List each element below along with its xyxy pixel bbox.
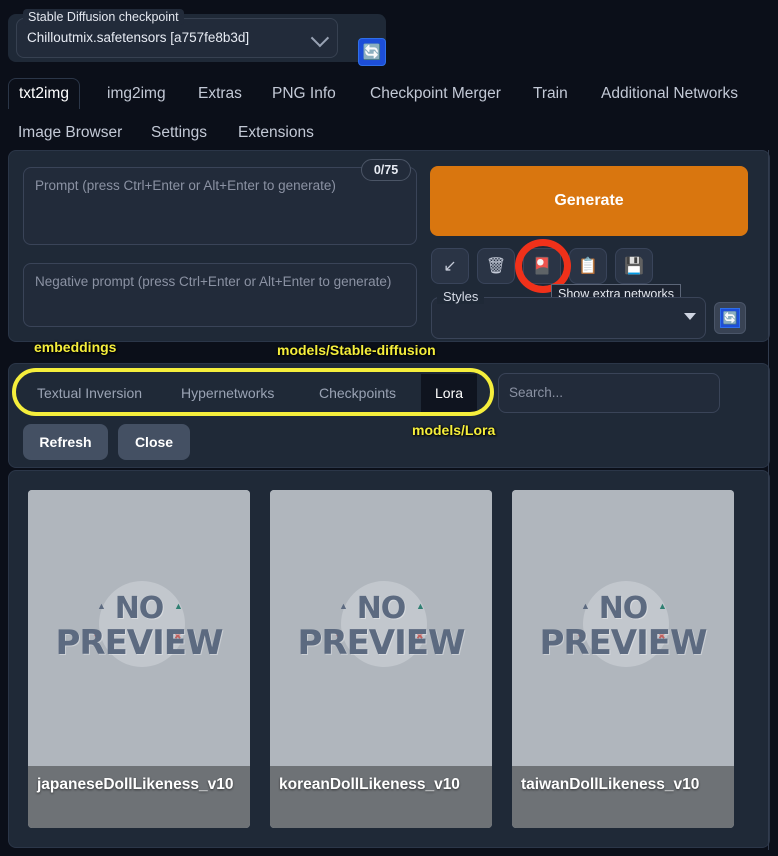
clear-prompt-button[interactable]: 🗑: [477, 248, 515, 284]
sparkle-icon: ▲: [174, 601, 183, 611]
sparkle-icon: ▲: [581, 601, 590, 611]
lora-card[interactable]: ▲ ▲ ♥ ✖ NO PREVIEW taiwanDollLikeness_v1…: [512, 490, 734, 828]
reload-icon: 🔄: [720, 308, 740, 328]
main-tab-bar: txt2img img2img Extras PNG Info Checkpoi…: [0, 70, 778, 148]
card-preview-image: ▲ ▲ ♥ ✖ NO PREVIEW: [28, 490, 250, 766]
no-preview-line2: PREVIEW: [297, 623, 465, 663]
extra-networks-refresh-button[interactable]: Refresh: [23, 424, 108, 460]
generate-button[interactable]: Generate: [430, 166, 748, 236]
styles-label: Styles: [437, 289, 485, 304]
search-placeholder: Search...: [509, 385, 564, 400]
checkpoint-label: Stable Diffusion checkpoint: [23, 9, 184, 25]
tab-train[interactable]: Train: [523, 79, 578, 109]
card-name: taiwanDollLikeness_v10: [512, 766, 734, 828]
save-style-button[interactable]: 💾: [615, 248, 653, 284]
apply-style-button[interactable]: 📋: [569, 248, 607, 284]
tab-txt2img[interactable]: txt2img: [8, 78, 80, 109]
sparkle-icon: ▲: [339, 601, 348, 611]
checkpoint-value: Chilloutmix.safetensors [a757fe8b3d]: [27, 30, 250, 45]
no-preview-line2: PREVIEW: [539, 623, 707, 663]
sparkle-icon: ▲: [416, 601, 425, 611]
annotation-embeddings: embeddings: [34, 339, 117, 355]
tab-checkpoint-merger[interactable]: Checkpoint Merger: [360, 79, 511, 109]
panel-divider: [768, 150, 769, 850]
no-preview-line1: NO: [114, 591, 165, 626]
extra-networks-close-button[interactable]: Close: [118, 424, 190, 460]
tab-settings[interactable]: Settings: [141, 118, 217, 148]
caret-down-icon: [684, 313, 696, 320]
negative-prompt-placeholder: Negative prompt (press Ctrl+Enter or Alt…: [35, 274, 392, 289]
trash-icon: 🗑: [485, 258, 507, 275]
extra-networks-cards: ▲ ▲ ♥ ✖ NO PREVIEW japaneseDollLikeness_…: [8, 470, 770, 848]
annotation-models-lora: models/Lora: [412, 422, 496, 438]
sparkle-icon: ▲: [658, 601, 667, 611]
styles-refresh-button[interactable]: 🔄: [714, 302, 746, 334]
card-preview-image: ▲ ▲ ♥ ✖ NO PREVIEW: [270, 490, 492, 766]
tab-img2img[interactable]: img2img: [97, 79, 176, 109]
chevron-down-icon: [310, 28, 330, 48]
highlight-ring-tabs-annotation: [12, 368, 494, 416]
lora-card[interactable]: ▲ ▲ ♥ ✖ NO PREVIEW koreanDollLikeness_v1…: [270, 490, 492, 828]
restore-progress-button[interactable]: ↙: [431, 248, 469, 284]
no-preview-line2: PREVIEW: [55, 623, 223, 663]
tab-png-info[interactable]: PNG Info: [262, 79, 346, 109]
floppy-save-icon: 💾: [624, 258, 644, 275]
tab-additional-networks[interactable]: Additional Networks: [591, 79, 748, 109]
tab-extensions[interactable]: Extensions: [228, 118, 324, 148]
checkpoint-dropdown[interactable]: Stable Diffusion checkpoint Chilloutmix.…: [16, 9, 338, 58]
negative-prompt-input[interactable]: Negative prompt (press Ctrl+Enter or Alt…: [23, 263, 417, 327]
tab-extras[interactable]: Extras: [188, 79, 252, 109]
tab-image-browser[interactable]: Image Browser: [8, 118, 132, 148]
no-preview-line1: NO: [598, 591, 649, 626]
checkpoint-group: Stable Diffusion checkpoint Chilloutmix.…: [8, 9, 386, 66]
checkpoint-refresh-button[interactable]: 🔄: [358, 38, 386, 66]
reload-icon: 🔄: [362, 43, 382, 61]
clipboard-icon: 📋: [578, 258, 598, 275]
lora-card[interactable]: ▲ ▲ ♥ ✖ NO PREVIEW japaneseDollLikeness_…: [28, 490, 250, 828]
card-name: koreanDollLikeness_v10: [270, 766, 492, 828]
card-preview-image: ▲ ▲ ♥ ✖ NO PREVIEW: [512, 490, 734, 766]
extra-networks-search-input[interactable]: Search...: [498, 373, 720, 413]
arrow-down-left-icon: ↙: [443, 258, 457, 275]
checkpoint-toolbar: Stable Diffusion checkpoint Chilloutmix.…: [0, 0, 778, 70]
sparkle-icon: ▲: [97, 601, 106, 611]
prompt-input[interactable]: Prompt (press Ctrl+Enter or Alt+Enter to…: [23, 167, 417, 245]
annotation-stable-diffusion: models/Stable-diffusion: [277, 342, 436, 358]
card-name: japaneseDollLikeness_v10: [28, 766, 250, 828]
token-counter: 0/75: [361, 159, 411, 181]
prompt-placeholder: Prompt (press Ctrl+Enter or Alt+Enter to…: [35, 178, 336, 193]
no-preview-line1: NO: [356, 591, 407, 626]
